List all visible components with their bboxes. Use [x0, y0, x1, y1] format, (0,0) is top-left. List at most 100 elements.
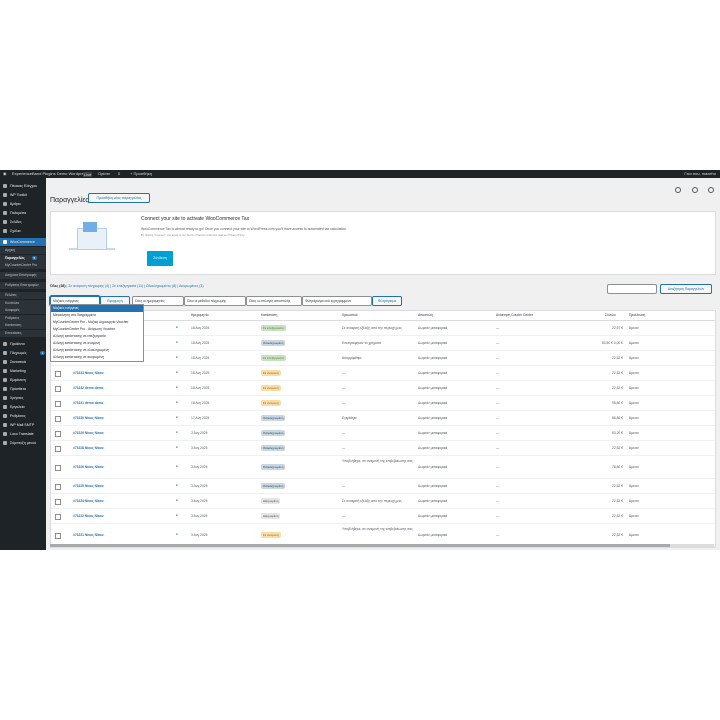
- preview-eye-icon[interactable]: ●: [176, 355, 178, 359]
- submenu-item-6[interactable]: Κουπόνια: [0, 299, 46, 307]
- row-checkbox[interactable]: [55, 484, 61, 490]
- table-row[interactable]: #73222 Νίκος Νίκου ● 3 Αυγ 2025 Ακυρωμένη — Δ…: [51, 509, 715, 524]
- order-link[interactable]: #73231 demo demo: [73, 401, 103, 405]
- order-search-input[interactable]: [607, 284, 657, 294]
- bulk-option[interactable]: Αλλαγή κατάστασης σε ακυρωμένη: [51, 354, 143, 361]
- wordpress-logo-icon[interactable]: ◉: [3, 170, 7, 178]
- submenu-item-2[interactable]: MyCounterCenter Pro: [0, 262, 46, 269]
- submenu-item-4[interactable]: Ρυθμίσεις Επιστροφών: [0, 282, 46, 289]
- order-link[interactable]: #73228 Νίκος Νίκου: [73, 446, 104, 450]
- row-checkbox[interactable]: [55, 499, 61, 505]
- order-link[interactable]: #73232 demo demo: [73, 386, 103, 390]
- sidebar-item-top-1[interactable]: WP Toolkit: [0, 191, 46, 199]
- row-checkbox[interactable]: [55, 446, 61, 452]
- view-others[interactable]: | Σε αναμονή πληρωμής (4) | Σε επεξεργασ…: [67, 284, 204, 288]
- sidebar-item-bottom-6[interactable]: Χρήστες: [0, 394, 46, 402]
- table-row[interactable]: #73224 Νίκος Νίκου ● 3 Αυγ 2025 Ακυρωμένη Σε…: [51, 494, 715, 509]
- site-name-link[interactable]: ExperienceBand Plugins Demo Wordpress: [12, 170, 88, 178]
- sidebar-item-top-4[interactable]: Σελίδες: [0, 218, 46, 226]
- bulk-option[interactable]: Μετακίνηση στα διαγραμμένα: [51, 312, 143, 319]
- order-link[interactable]: #73221 Νίκος Νίκου: [73, 533, 104, 537]
- bulk-option[interactable]: Αλλαγή κατάστασης σε ολοκληρωμένη: [51, 347, 143, 354]
- sidebar-item-top-5[interactable]: Σχόλια: [0, 227, 46, 235]
- sidebar-item-bottom-3[interactable]: Marketing: [0, 367, 46, 375]
- preview-eye-icon[interactable]: ●: [176, 464, 178, 468]
- sidebar-item-bottom-2[interactable]: Στατιστικά: [0, 358, 46, 366]
- bulk-option[interactable]: MyCounterCenter Pro - Ακύρωση Voucher: [51, 326, 143, 333]
- connect-button[interactable]: Σύνδεση: [147, 251, 173, 266]
- sidebar-item-bottom-10[interactable]: Loco Translate: [0, 430, 46, 438]
- preview-eye-icon[interactable]: ●: [176, 340, 178, 344]
- submenu-item-9[interactable]: Κατάσταση: [0, 322, 46, 329]
- settings-icon[interactable]: [708, 187, 714, 193]
- sidebar-item-bottom-5[interactable]: Πρόσθετα: [0, 385, 46, 393]
- preview-eye-icon[interactable]: ●: [176, 532, 178, 536]
- order-link[interactable]: #73230 Νίκος Νίκου: [73, 416, 104, 420]
- preview-eye-icon[interactable]: ●: [176, 483, 178, 487]
- order-link[interactable]: #73222 Νίκος Νίκου: [73, 514, 104, 518]
- add-new-order-button[interactable]: Προσθήκη νέας παραγγελίας: [88, 193, 150, 203]
- updates-count[interactable]: 0: [118, 170, 120, 178]
- shipping-filter[interactable]: Όλες οι επιλογές αποστολής: [246, 296, 302, 306]
- bulk-option[interactable]: Μαζικές ενέργειες: [51, 305, 143, 312]
- preview-eye-icon[interactable]: ●: [176, 513, 178, 517]
- sidebar-item-bottom-9[interactable]: WP Mail SMTP: [0, 421, 46, 429]
- bulk-option[interactable]: Αλλαγή κατάστασης σε επεξεργασία: [51, 333, 143, 340]
- submenu-item-7[interactable]: Αναφορές: [0, 307, 46, 314]
- order-link[interactable]: #73233 Νίκος Νίκου: [73, 371, 104, 375]
- payment-filter[interactable]: Όλοι οι μέθοδοι πληρωμής: [184, 296, 246, 306]
- view-all[interactable]: Όλες (38): [50, 284, 66, 288]
- row-checkbox[interactable]: [55, 533, 61, 539]
- horizontal-scrollbar[interactable]: [50, 544, 714, 547]
- activity-icon[interactable]: [691, 187, 698, 193]
- table-row[interactable]: ● 18 Αυγ 2025 Ολοκληρωμένη Επιστράφηκαν τα …: [51, 336, 715, 351]
- table-row[interactable]: #73233 Νίκος Νίκου ● 18 Αυγ 2025 Σε αναμονή…: [51, 366, 715, 381]
- customer-filter[interactable]: Φιλτράρισμα ανά εγγεγραμμένο: [302, 296, 372, 306]
- submenu-item-0[interactable]: Αρχική: [0, 247, 46, 254]
- col-date[interactable]: Ημερομηνία: [191, 313, 208, 317]
- col-status[interactable]: Κατάσταση: [261, 313, 277, 317]
- sidebar-item-bottom-11[interactable]: Σύμπτυξη μενού: [0, 439, 46, 447]
- order-link[interactable]: #73226 Νίκος Νίκου: [73, 465, 104, 469]
- preview-eye-icon[interactable]: ●: [176, 430, 178, 434]
- preview-eye-icon[interactable]: ●: [176, 445, 178, 449]
- submenu-item-10[interactable]: Επεκτάσεις: [0, 329, 46, 337]
- preview-eye-icon[interactable]: ●: [176, 370, 178, 374]
- table-row[interactable]: #73231 demo demo ● 18 Αυγ 2025 Σε αναμονή — Δ…: [51, 396, 715, 411]
- user-greeting[interactable]: Γεια σου, maxeho: [684, 170, 716, 178]
- submenu-item-5[interactable]: Πελάτες: [0, 292, 46, 299]
- order-link[interactable]: #73224 Νίκος Νίκου: [73, 499, 104, 503]
- sidebar-item-top-2[interactable]: Άρθρα: [0, 200, 46, 208]
- comments-link[interactable]: Ορίστε: [98, 170, 110, 178]
- bulk-option[interactable]: Αλλαγή κατάστασης σε αναμονή: [51, 340, 143, 347]
- table-row[interactable]: #73232 demo demo ● 18 Αυγ 2025 Σε αναμονή — Δ…: [51, 381, 715, 396]
- col-total[interactable]: Σύνολο: [605, 313, 616, 317]
- row-checkbox[interactable]: [55, 371, 61, 377]
- row-checkbox[interactable]: [55, 431, 61, 437]
- order-link[interactable]: #73229 Νίκος Νίκου: [73, 431, 104, 435]
- row-checkbox[interactable]: [55, 386, 61, 392]
- table-row[interactable]: #73228 Νίκος Νίκου ● 3 Αυγ 2025 Ολοκληρωμέν…: [51, 441, 715, 456]
- row-checkbox[interactable]: [55, 465, 61, 471]
- sidebar-item-top-3[interactable]: Πολυμέσα: [0, 209, 46, 217]
- row-checkbox[interactable]: [55, 514, 61, 520]
- preview-eye-icon[interactable]: ●: [176, 400, 178, 404]
- sidebar-item-bottom-8[interactable]: Ρυθμίσεις: [0, 412, 46, 420]
- sidebar-item-bottom-4[interactable]: Εμφάνιση: [0, 376, 46, 384]
- preview-eye-icon[interactable]: ●: [176, 385, 178, 389]
- sidebar-item-bottom-1[interactable]: Πληρωμές 1: [0, 349, 46, 357]
- preview-eye-icon[interactable]: ●: [176, 325, 178, 329]
- table-row[interactable]: #73226 Νίκος Νίκου ● 3 Αυγ 2025 Ολοκληρωμέν…: [51, 456, 715, 479]
- preview-eye-icon[interactable]: ●: [176, 498, 178, 502]
- order-link[interactable]: #73225 Νίκος Νίκου: [73, 484, 104, 488]
- sidebar-item-bottom-7[interactable]: Εργαλεία: [0, 403, 46, 411]
- sidebar-item-woocommerce[interactable]: WooCommerce: [0, 238, 46, 246]
- table-row[interactable]: #73229 Νίκος Νίκου ● 3 Αυγ 2025 Ολοκληρωμέν…: [51, 426, 715, 441]
- bulk-option[interactable]: MyCounterCenter Pro - Μαζική Δημιουργία …: [51, 319, 143, 326]
- row-checkbox[interactable]: [55, 401, 61, 407]
- table-row[interactable]: ● 18 Αυγ 2025 Σε επεξεργασία Απορρίφθηκε Δωρ…: [51, 351, 715, 366]
- help-icon[interactable]: [675, 187, 682, 193]
- table-row[interactable]: #73225 Νίκος Νίκου ● 3 Αυγ 2025 Ολοκληρωμέν…: [51, 479, 715, 494]
- submenu-item-1[interactable]: Παραγγελίες 5: [0, 254, 46, 262]
- table-row[interactable]: ● 18 Αυγ 2025 Σε επεξεργασία Σε ανακριτή εξ…: [51, 321, 715, 336]
